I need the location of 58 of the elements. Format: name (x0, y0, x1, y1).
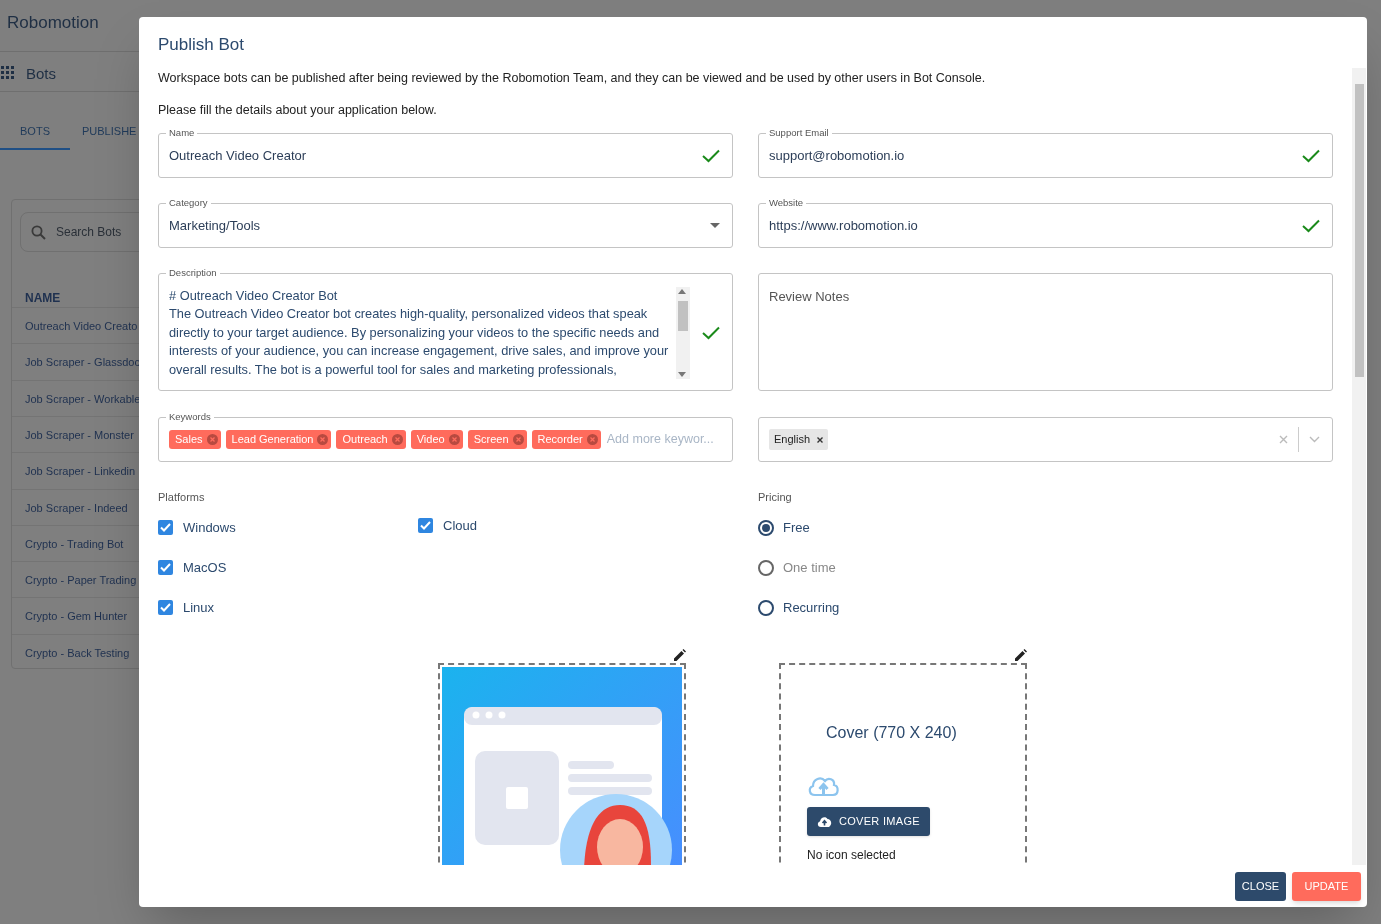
table-cell-text: Job Scraper - Monster (25, 427, 134, 443)
description-text: The Outreach Video Creator bot creates high-quality, personalized videos that speak directly to your target audience. By personalizing your videos to the specific needs and interests of your audience, you can increase engagement, drive sales, and improve your overall results. The bot is a powerful tool for sales and marketing professionals, (169, 305, 670, 379)
field-label: Name (166, 127, 198, 139)
checkbox-label: Linux (183, 598, 215, 617)
radio-label: Recurring (783, 598, 840, 617)
field-label: Website (766, 197, 807, 209)
app-title: Robomotion (7, 12, 99, 34)
table-cell-text: Crypto - Trading Bot (25, 536, 124, 552)
checkbox-label: Cloud (443, 516, 477, 535)
cloud-upload-icon (817, 815, 832, 827)
radio-label: One time (783, 558, 836, 577)
instruction-text: Please fill the details about your application below. (158, 102, 438, 119)
section-title: Bots (26, 64, 56, 84)
radio-button[interactable] (758, 519, 774, 536)
chevron-down-icon[interactable] (1309, 436, 1320, 443)
radio-button[interactable] (758, 599, 774, 616)
checkbox[interactable] (158, 560, 173, 575)
language-select[interactable]: English (758, 417, 1333, 462)
close-button[interactable]: CLOSE (1235, 872, 1286, 901)
search-icon (31, 224, 46, 240)
apps-icon[interactable] (1, 66, 14, 79)
keyword-placeholder: Add more keywor... (606, 431, 714, 449)
table-cell-text: Job Scraper - Linkedin (25, 464, 136, 480)
section-label: Platforms (158, 490, 206, 505)
table-cell-text: Crypto - Gem Hunter (25, 609, 128, 625)
description-text: # Outreach Video Creator Bot (169, 287, 339, 305)
remove-icon[interactable] (817, 436, 824, 443)
scrollbar[interactable] (676, 287, 690, 379)
intro-text: Workspace bots can be published after being reviewed by the Robomotion Team, and they can be viewed and be used by other users in Bot Console. (158, 70, 987, 87)
edit-icon[interactable] (673, 648, 686, 662)
checkbox[interactable] (158, 520, 173, 535)
checkbox-label: Windows (183, 518, 236, 537)
cover-image-button[interactable]: COVER IMAGE (807, 806, 930, 836)
clear-icon[interactable] (1279, 435, 1288, 444)
field-label: Support Email (766, 127, 832, 139)
checkbox[interactable] (418, 518, 433, 533)
table-cell-text: Crypto - Paper Trading (25, 573, 137, 589)
review-notes-field[interactable]: Review Notes (758, 273, 1333, 391)
field-label: Category (166, 197, 211, 209)
language-chip[interactable]: English (769, 429, 829, 450)
radio-label: Free (783, 518, 810, 537)
dialog-title: Publish Bot (158, 34, 244, 56)
edit-icon[interactable] (1014, 648, 1027, 662)
field-label: Description (166, 267, 220, 279)
scrollbar[interactable] (1352, 68, 1366, 865)
table-cell-text: Job Scraper - Indeed (25, 500, 128, 516)
cover-title: Cover (770 X 240) (826, 722, 958, 743)
checkbox[interactable] (158, 600, 173, 615)
table-cell-text: Job Scraper - Glassdoc (25, 355, 139, 371)
table-cell-text: Crypto - Back Testing (25, 645, 130, 661)
dropdown-caret-icon (710, 223, 720, 228)
table-cell-text: Outreach Video Creato (25, 319, 138, 334)
status-text: No icon selected (807, 847, 897, 862)
field-label: Keywords (166, 411, 214, 423)
column-header: NAME (25, 290, 61, 307)
table-cell-text: Job Scraper - Workable (25, 391, 139, 407)
checkbox-label: MacOS (183, 558, 227, 577)
section-label: Pricing (758, 490, 793, 505)
